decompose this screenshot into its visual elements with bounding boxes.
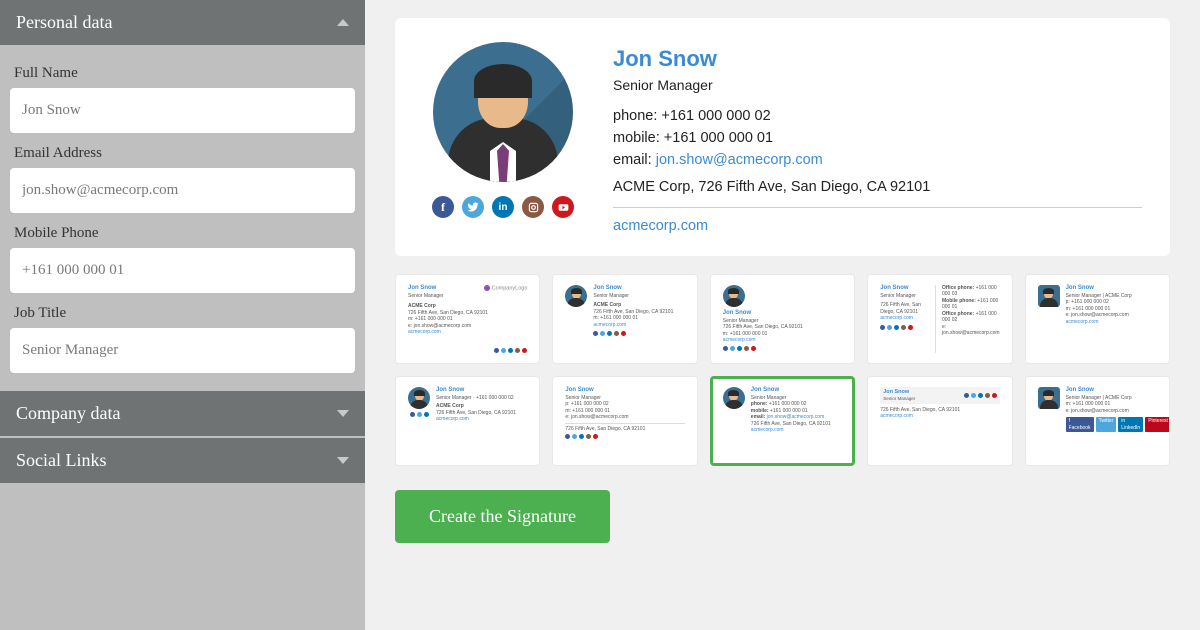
main-panel: f in Jon Snow Senior Manager phone: +161… bbox=[365, 0, 1200, 630]
avatar-column: f in bbox=[423, 42, 583, 238]
template-4[interactable]: Jon Snow Senior Manager 726 Fifth Ave, S… bbox=[867, 274, 1012, 364]
section-company-title: Company data bbox=[16, 403, 120, 424]
preview-name: Jon Snow bbox=[613, 42, 1142, 75]
preview-address: ACME Corp, 726 Fifth Ave, San Diego, CA … bbox=[613, 177, 1142, 199]
avatar bbox=[433, 42, 573, 182]
chevron-up-icon bbox=[337, 19, 349, 26]
youtube-icon[interactable] bbox=[552, 196, 574, 218]
preview-mobile-row: mobile: +161 000 000 01 bbox=[613, 128, 1142, 150]
input-email[interactable] bbox=[10, 168, 355, 213]
template-5[interactable]: Jon Snow Senior Manager | ACME Corp p: +… bbox=[1025, 274, 1170, 364]
label-full-name: Full Name bbox=[14, 65, 351, 82]
divider bbox=[613, 207, 1142, 208]
sidebar: Personal data Full Name Email Address Mo… bbox=[0, 0, 365, 630]
template-8[interactable]: Jon Snow Senior Manager phone: +161 000 … bbox=[710, 376, 855, 466]
input-mobile[interactable] bbox=[10, 248, 355, 293]
template-2[interactable]: Jon Snow Senior Manager ACME Corp 726 Fi… bbox=[552, 274, 697, 364]
create-signature-button[interactable]: Create the Signature bbox=[395, 490, 610, 543]
instagram-icon[interactable] bbox=[522, 196, 544, 218]
template-1[interactable]: CompanyLogo Jon Snow Senior Manager ACME… bbox=[395, 274, 540, 364]
section-personal-header[interactable]: Personal data bbox=[0, 0, 365, 45]
section-company-header[interactable]: Company data bbox=[0, 391, 365, 436]
company-logo-icon: CompanyLogo bbox=[484, 285, 528, 293]
linkedin-icon[interactable]: in bbox=[492, 196, 514, 218]
label-job-title: Job Title bbox=[14, 305, 351, 322]
section-personal-body: Full Name Email Address Mobile Phone Job… bbox=[0, 45, 365, 389]
template-9[interactable]: Jon Snow Senior Manager 726 Fifth Ave, S… bbox=[867, 376, 1012, 466]
chevron-down-icon bbox=[337, 457, 349, 464]
input-full-name[interactable] bbox=[10, 88, 355, 133]
input-job-title[interactable] bbox=[10, 328, 355, 373]
signature-preview: f in Jon Snow Senior Manager phone: +161… bbox=[395, 18, 1170, 256]
social-icons-row: f in bbox=[432, 196, 574, 218]
twitter-icon[interactable] bbox=[462, 196, 484, 218]
section-social-header[interactable]: Social Links bbox=[0, 438, 365, 483]
chevron-down-icon bbox=[337, 410, 349, 417]
template-6[interactable]: Jon Snow Senior Manager · +161 000 000 0… bbox=[395, 376, 540, 466]
signature-details: Jon Snow Senior Manager phone: +161 000 … bbox=[613, 42, 1142, 238]
template-3[interactable]: Jon Snow Senior Manager 726 Fifth Ave, S… bbox=[710, 274, 855, 364]
preview-phone-row: phone: +161 000 000 02 bbox=[613, 106, 1142, 128]
label-mobile: Mobile Phone bbox=[14, 225, 351, 242]
section-personal-title: Personal data bbox=[16, 12, 112, 33]
template-grid: CompanyLogo Jon Snow Senior Manager ACME… bbox=[395, 274, 1170, 466]
preview-website-link[interactable]: acmecorp.com bbox=[613, 216, 1142, 238]
preview-email-link[interactable]: jon.show@acmecorp.com bbox=[656, 152, 823, 168]
label-email: Email Address bbox=[14, 145, 351, 162]
section-social-title: Social Links bbox=[16, 450, 107, 471]
preview-title: Senior Manager bbox=[613, 75, 1142, 96]
template-7[interactable]: Jon Snow Senior Manager p: +161 000 000 … bbox=[552, 376, 697, 466]
facebook-icon[interactable]: f bbox=[432, 196, 454, 218]
template-10[interactable]: Jon Snow Senior Manager | ACME Corp m: +… bbox=[1025, 376, 1170, 466]
preview-email-row: email: jon.show@acmecorp.com bbox=[613, 150, 1142, 172]
